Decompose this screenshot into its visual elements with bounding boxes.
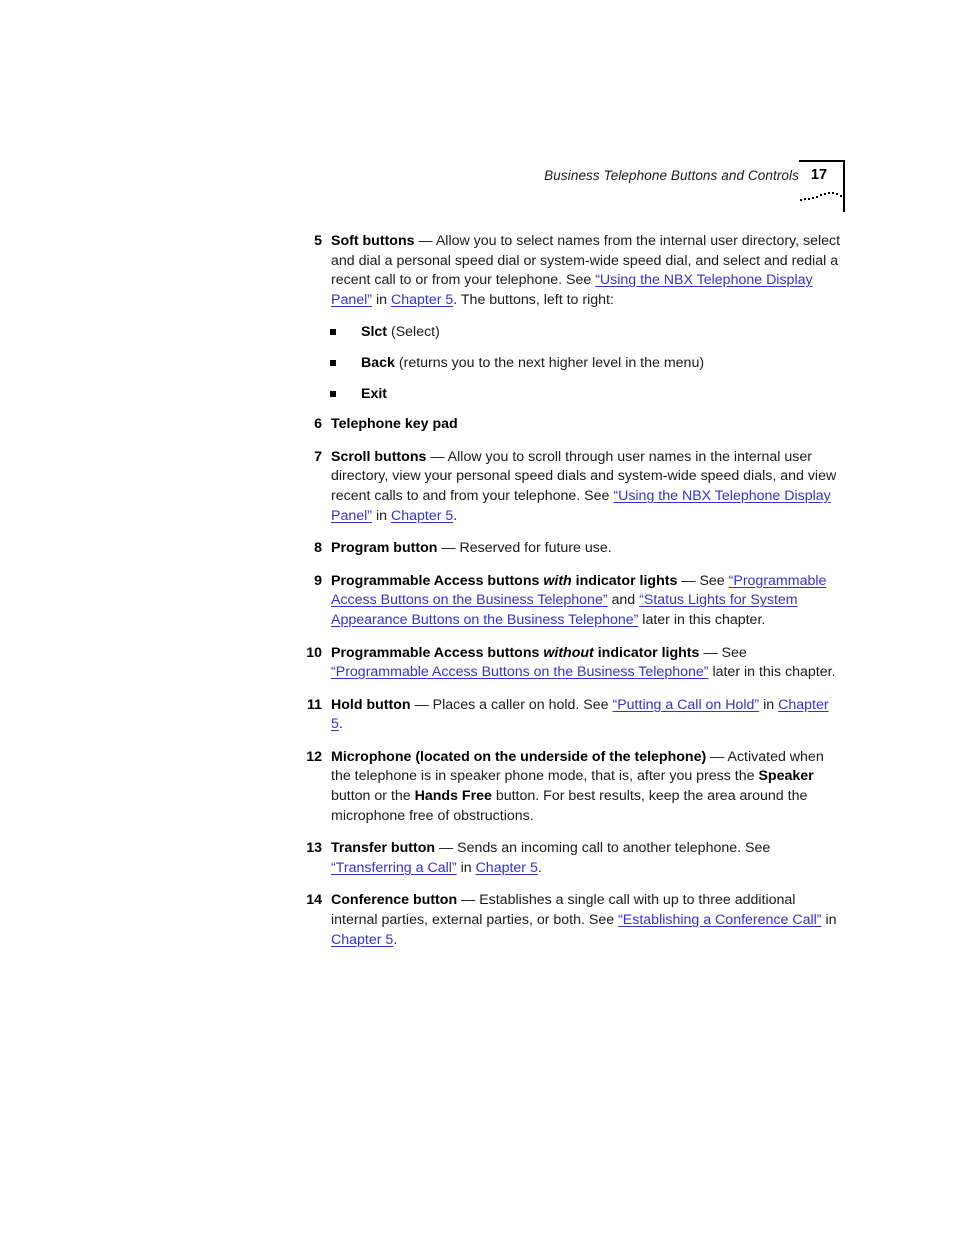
sub-bullet-list: Slct (Select) Back (returns you to the n… bbox=[0, 323, 954, 404]
list-item-term: Conference button bbox=[331, 892, 458, 909]
list-item-text: in bbox=[372, 291, 391, 308]
list-item-term: Microphone (located on the underside of … bbox=[331, 748, 707, 765]
list-item-number: 14 bbox=[306, 892, 322, 909]
list-item-term-emphasis: with bbox=[543, 572, 572, 589]
inline-bold-term: Hands Free bbox=[414, 788, 492, 805]
header-chapter-title: Business Telephone Buttons and Controls bbox=[544, 168, 799, 183]
list-item-text: in bbox=[456, 859, 476, 876]
cross-reference-link[interactable]: “Programmable Access Buttons on the Busi… bbox=[331, 664, 709, 680]
folio-top-rule bbox=[799, 160, 845, 162]
list-item: 9 Programmable Access buttons with indic… bbox=[0, 572, 954, 631]
list-item-text: later in this chapter. bbox=[708, 664, 836, 681]
list-item: Back (returns you to the next higher lev… bbox=[0, 354, 954, 374]
chapter-link[interactable]: Chapter 5 bbox=[476, 860, 538, 876]
list-item-number: 12 bbox=[306, 748, 322, 765]
chapter-link[interactable]: Chapter 5 bbox=[331, 932, 393, 948]
list-item-text: See bbox=[699, 572, 729, 589]
list-item-term: Soft buttons bbox=[331, 233, 415, 249]
list-item-term: Programmable Access buttons bbox=[331, 644, 544, 661]
em-dash: — bbox=[677, 572, 700, 589]
bullet-text: (returns you to the next higher level in… bbox=[394, 354, 705, 371]
list-item-term: Programmable Access buttons bbox=[331, 572, 544, 589]
list-item: 5 Soft buttons — Allow you to select nam… bbox=[0, 232, 954, 310]
bullet-term: Slct bbox=[361, 324, 388, 341]
list-item: Slct (Select) bbox=[0, 323, 954, 343]
cross-reference-link[interactable]: “Establishing a Conference Call” bbox=[618, 912, 821, 928]
list-item-number: 11 bbox=[307, 696, 322, 713]
list-item: 13 Transfer button — Sends an incoming c… bbox=[0, 839, 954, 878]
list-item: 14 Conference button — Establishes a sin… bbox=[0, 891, 954, 950]
list-item-text: in bbox=[372, 507, 391, 524]
list-item-number: 9 bbox=[314, 572, 322, 589]
list-item-term: Telephone key pad bbox=[331, 416, 458, 433]
list-item-text: in bbox=[821, 912, 837, 929]
list-item: 11 Hold button — Places a caller on hold… bbox=[0, 696, 954, 735]
folio-right-rule bbox=[843, 160, 845, 212]
page-running-header: Business Telephone Buttons and Controls … bbox=[300, 160, 845, 212]
list-item-number: 6 bbox=[314, 416, 322, 433]
em-dash: — bbox=[437, 540, 460, 557]
bullet-term: Back bbox=[361, 354, 395, 371]
cross-reference-link[interactable]: “Transferring a Call” bbox=[331, 860, 457, 876]
em-dash: — bbox=[699, 644, 722, 661]
list-item-term: indicator lights bbox=[571, 572, 678, 589]
list-item-text: Reserved for future use. bbox=[459, 540, 612, 557]
folio-box: 17 bbox=[799, 160, 845, 212]
square-bullet-icon bbox=[330, 390, 336, 397]
list-item-text: and bbox=[607, 592, 640, 609]
list-item-text: . bbox=[393, 931, 398, 948]
list-item-number: 8 bbox=[314, 540, 322, 557]
list-item-text: . bbox=[453, 507, 458, 524]
list-item-number: 10 bbox=[306, 644, 322, 661]
list-item-term: Scroll buttons bbox=[331, 448, 427, 465]
em-dash: — bbox=[414, 233, 436, 249]
list-item-text: . bbox=[338, 716, 343, 733]
list-item-text: See bbox=[721, 644, 747, 661]
list-item-term: Program button bbox=[331, 540, 438, 557]
list-item-text: . bbox=[537, 859, 542, 876]
page-number: 17 bbox=[810, 167, 828, 183]
list-item: 8 Program button — Reserved for future u… bbox=[0, 539, 954, 559]
list-item-number: 5 bbox=[314, 233, 322, 249]
bullet-term: Exit bbox=[361, 385, 388, 402]
folio-dot-ornament-icon bbox=[800, 192, 844, 204]
em-dash: — bbox=[706, 748, 728, 765]
list-item: 7 Scroll buttons — Allow you to scroll t… bbox=[0, 448, 954, 526]
list-item: Exit bbox=[0, 385, 954, 405]
bullet-text: (Select) bbox=[387, 324, 440, 341]
numbered-list: 5 Soft buttons — Allow you to select nam… bbox=[0, 232, 954, 963]
list-item: 12 Microphone (located on the underside … bbox=[0, 748, 954, 826]
list-item-text: button or the bbox=[331, 788, 415, 805]
chapter-link[interactable]: Chapter 5 bbox=[391, 292, 453, 308]
list-item-text: later in this chapter. bbox=[638, 611, 766, 628]
list-item-term: Hold button bbox=[331, 696, 411, 713]
inline-bold-term: Speaker bbox=[758, 768, 814, 785]
list-item-text: Places a caller on hold. See bbox=[432, 696, 613, 713]
list-item: 6 Telephone key pad bbox=[0, 415, 954, 435]
list-item-text: in bbox=[759, 696, 779, 713]
list-item-term: Transfer button bbox=[331, 840, 436, 857]
list-item-term-emphasis: without bbox=[543, 644, 594, 661]
list-item-text: . The buttons, left to right: bbox=[453, 291, 614, 308]
em-dash: — bbox=[457, 892, 480, 909]
square-bullet-icon bbox=[330, 329, 336, 336]
cross-reference-link[interactable]: “Putting a Call on Hold” bbox=[612, 697, 759, 713]
list-item-number: 13 bbox=[306, 840, 322, 857]
em-dash: — bbox=[410, 696, 433, 713]
em-dash: — bbox=[426, 448, 448, 465]
list-item-term: indicator lights bbox=[593, 644, 700, 661]
list-item: 10 Programmable Access buttons without i… bbox=[0, 644, 954, 683]
square-bullet-icon bbox=[330, 359, 336, 366]
em-dash: — bbox=[435, 840, 458, 857]
chapter-link[interactable]: Chapter 5 bbox=[391, 508, 453, 524]
list-item-text: Sends an incoming call to another teleph… bbox=[457, 840, 771, 857]
list-item-number: 7 bbox=[314, 448, 322, 465]
